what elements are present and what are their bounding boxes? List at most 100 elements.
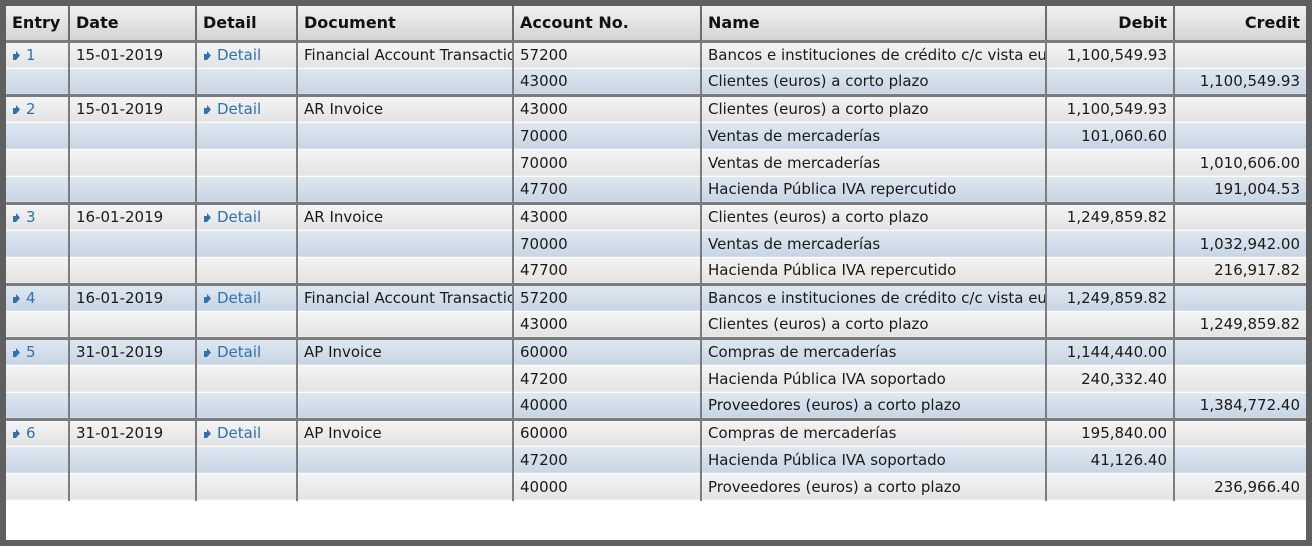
account-no-cell: 43000 xyxy=(513,93,702,123)
table-row: 43000 Clientes (euros) a corto plazo 1,249… xyxy=(6,311,1306,339)
detail-cell xyxy=(196,68,298,96)
detail-cell: Detail xyxy=(196,39,298,69)
account-name-cell: Bancos e instituciones de crédito c/c vi… xyxy=(701,39,1047,69)
account-name-cell: Ventas de mercaderías xyxy=(701,122,1047,150)
debit-cell xyxy=(1046,392,1175,420)
account-no-cell: 47200 xyxy=(513,365,702,393)
document-cell xyxy=(297,446,514,474)
table-row: 40000 Proveedores (euros) a corto plazo 23… xyxy=(6,473,1306,501)
arrow-link-icon xyxy=(12,47,21,60)
entry-cell xyxy=(6,122,70,150)
debit-cell xyxy=(1046,257,1175,285)
account-name-cell: Hacienda Pública IVA repercutido xyxy=(701,257,1047,285)
date-cell: 31-01-2019 xyxy=(69,417,197,447)
arrow-link-icon xyxy=(203,47,212,60)
table-row: 4 16-01-2019 Detail Financial Account Trans… xyxy=(6,282,1306,312)
detail-cell: Detail xyxy=(196,282,298,312)
header-entry[interactable]: Entry xyxy=(6,6,70,42)
debit-cell xyxy=(1046,176,1175,204)
credit-cell xyxy=(1174,417,1306,447)
header-document[interactable]: Document xyxy=(297,6,514,42)
date-cell xyxy=(69,176,197,204)
document-cell xyxy=(297,311,514,339)
account-no-cell: 47200 xyxy=(513,446,702,474)
account-no-cell: 40000 xyxy=(513,392,702,420)
detail-cell: Detail xyxy=(196,417,298,447)
table-row: 2 15-01-2019 Detail AR Invoice 43000 Clientes… xyxy=(6,93,1306,123)
credit-cell: 1,384,772.40 xyxy=(1174,392,1306,420)
entry-link[interactable]: 4 xyxy=(12,289,36,307)
document-cell: AR Invoice xyxy=(297,201,514,231)
date-cell: 16-01-2019 xyxy=(69,282,197,312)
header-name[interactable]: Name xyxy=(701,6,1047,42)
header-credit[interactable]: Credit xyxy=(1174,6,1306,42)
header-date[interactable]: Date xyxy=(69,6,197,42)
entry-link[interactable]: 6 xyxy=(12,424,36,442)
entry-link[interactable]: 3 xyxy=(12,208,36,226)
table-row: 70000 Ventas de mercaderías 1,010,606.00 xyxy=(6,149,1306,177)
document-cell: AR Invoice xyxy=(297,93,514,123)
date-cell xyxy=(69,311,197,339)
detail-label: Detail xyxy=(217,208,262,226)
credit-cell xyxy=(1174,122,1306,150)
account-name-cell: Hacienda Pública IVA soportado xyxy=(701,365,1047,393)
entry-number: 1 xyxy=(26,46,36,64)
date-cell: 15-01-2019 xyxy=(69,93,197,123)
account-no-cell: 70000 xyxy=(513,149,702,177)
entry-cell: 2 xyxy=(6,93,70,123)
arrow-link-icon xyxy=(203,344,212,357)
detail-label: Detail xyxy=(217,100,262,118)
table-body: 1 15-01-2019 Detail Financial Account Trans… xyxy=(6,39,1306,501)
date-cell xyxy=(69,392,197,420)
account-no-cell: 70000 xyxy=(513,230,702,258)
detail-link[interactable]: Detail xyxy=(203,289,261,307)
detail-link[interactable]: Detail xyxy=(203,46,261,64)
journal-table-frame: Entry Date Detail Document Account No. N… xyxy=(6,6,1306,540)
date-cell xyxy=(69,149,197,177)
credit-cell: 1,010,606.00 xyxy=(1174,149,1306,177)
entry-number: 3 xyxy=(26,208,36,226)
header-account-no[interactable]: Account No. xyxy=(513,6,702,42)
debit-cell: 1,144,440.00 xyxy=(1046,336,1175,366)
account-no-cell: 40000 xyxy=(513,473,702,501)
document-cell xyxy=(297,68,514,96)
detail-cell xyxy=(196,122,298,150)
date-cell xyxy=(69,365,197,393)
table-row: 5 31-01-2019 Detail AP Invoice 60000 Compras … xyxy=(6,336,1306,366)
credit-cell xyxy=(1174,446,1306,474)
table-row: 70000 Ventas de mercaderías 101,060.60 xyxy=(6,122,1306,150)
table-header-row: Entry Date Detail Document Account No. N… xyxy=(6,6,1306,42)
account-name-cell: Proveedores (euros) a corto plazo xyxy=(701,392,1047,420)
debit-cell: 240,332.40 xyxy=(1046,365,1175,393)
table-row: 47700 Hacienda Pública IVA repercutido 216… xyxy=(6,257,1306,285)
detail-label: Detail xyxy=(217,289,262,307)
entry-link[interactable]: 2 xyxy=(12,100,36,118)
header-detail[interactable]: Detail xyxy=(196,6,298,42)
entry-cell xyxy=(6,392,70,420)
entry-link[interactable]: 5 xyxy=(12,343,36,361)
table-row: 70000 Ventas de mercaderías 1,032,942.00 xyxy=(6,230,1306,258)
account-no-cell: 43000 xyxy=(513,68,702,96)
detail-cell xyxy=(196,257,298,285)
entry-cell: 4 xyxy=(6,282,70,312)
date-cell xyxy=(69,257,197,285)
detail-link[interactable]: Detail xyxy=(203,100,261,118)
entry-cell xyxy=(6,230,70,258)
credit-cell xyxy=(1174,93,1306,123)
arrow-link-icon xyxy=(12,101,21,114)
date-cell: 16-01-2019 xyxy=(69,201,197,231)
debit-cell xyxy=(1046,149,1175,177)
detail-link[interactable]: Detail xyxy=(203,343,261,361)
account-name-cell: Hacienda Pública IVA soportado xyxy=(701,446,1047,474)
account-name-cell: Clientes (euros) a corto plazo xyxy=(701,201,1047,231)
entry-cell xyxy=(6,473,70,501)
header-debit[interactable]: Debit xyxy=(1046,6,1175,42)
debit-cell: 1,100,549.93 xyxy=(1046,39,1175,69)
detail-link[interactable]: Detail xyxy=(203,208,261,226)
detail-link[interactable]: Detail xyxy=(203,424,261,442)
document-cell: Financial Account Transaction xyxy=(297,282,514,312)
entry-link[interactable]: 1 xyxy=(12,46,36,64)
arrow-link-icon xyxy=(12,209,21,222)
account-name-cell: Clientes (euros) a corto plazo xyxy=(701,93,1047,123)
account-no-cell: 47700 xyxy=(513,176,702,204)
